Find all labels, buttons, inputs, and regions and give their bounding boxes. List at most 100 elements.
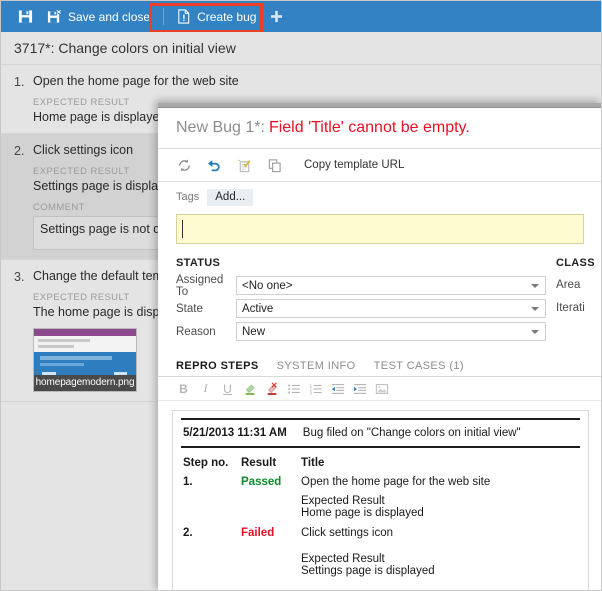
- iteration-label: Iterati: [556, 302, 585, 314]
- repro-expected-value: Home page is displayed: [301, 507, 424, 519]
- create-bug-icon: [177, 9, 191, 24]
- table-row: 1. Passed Open the home page for the web…: [183, 476, 516, 527]
- plus-icon: [270, 10, 283, 23]
- page-title: 3717*: Change colors on initial view: [1, 32, 601, 65]
- text-caret: [182, 220, 183, 238]
- repro-steps-editor[interactable]: 5/21/2013 11:31 AM Bug filed on "Change …: [172, 410, 589, 590]
- classification-heading: CLASS: [556, 257, 595, 269]
- repro-step-result: Failed: [241, 527, 275, 539]
- dialog-title: New Bug 1*:: [176, 119, 265, 136]
- new-bug-dialog: New Bug 1*: Field 'Title' cannot be empt…: [158, 103, 601, 590]
- dialog-error-message: Field 'Title' cannot be empty.: [268, 119, 470, 136]
- dialog-title-bar: New Bug 1*: Field 'Title' cannot be empt…: [158, 108, 601, 149]
- repro-expected-value: Settings page is displayed: [301, 565, 435, 577]
- save-icon: [18, 9, 33, 24]
- top-toolbar: Save and close Create bug: [1, 1, 601, 32]
- save-and-close-button[interactable]: Save and close: [40, 1, 157, 32]
- save-and-close-label: Save and close: [68, 9, 151, 24]
- dialog-toolbar: Copy template URL: [158, 149, 601, 182]
- state-row: State Active: [176, 299, 547, 318]
- assigned-to-label: Assigned To: [176, 273, 224, 298]
- repro-expected-label: Expected Result: [301, 495, 385, 507]
- test-step-number: 1.: [14, 75, 25, 89]
- state-label: State: [176, 302, 203, 315]
- add-button[interactable]: [263, 1, 290, 32]
- chevron-down-icon: [531, 284, 540, 288]
- reason-row: Reason New: [176, 322, 547, 341]
- column-header-step-no: Step no.: [183, 457, 229, 469]
- outdent-icon[interactable]: [328, 379, 347, 398]
- test-step-number: 2.: [14, 144, 25, 158]
- state-value: Active: [242, 302, 274, 315]
- italic-icon[interactable]: I: [196, 379, 215, 398]
- copy-template-url-link[interactable]: Copy template URL: [304, 159, 404, 171]
- save-button[interactable]: [11, 1, 40, 32]
- reason-select[interactable]: New: [236, 322, 547, 341]
- test-step-number: 3.: [14, 270, 25, 284]
- tab-repro-steps[interactable]: REPRO STEPS: [176, 360, 259, 376]
- tags-row: Tags Add...: [158, 182, 601, 212]
- bulleted-list-icon[interactable]: [284, 379, 303, 398]
- bug-filed-line: 5/21/2013 11:31 AM Bug filed on "Change …: [173, 420, 588, 446]
- indent-icon[interactable]: [350, 379, 369, 398]
- bug-filed-date: 5/21/2013 11:31 AM: [183, 427, 287, 439]
- repro-expected-label: Expected Result: [301, 553, 385, 565]
- column-header-result: Result: [241, 457, 277, 469]
- table-header-row: Step no. Result Title: [183, 457, 516, 476]
- undo-icon: [206, 158, 222, 173]
- assigned-to-row: Assigned To <No one>: [176, 273, 547, 298]
- repro-step-title: Open the home page for the web site: [301, 476, 491, 488]
- repro-step-result: Passed: [241, 476, 282, 488]
- attachment-filename: homepagemodern.png: [34, 375, 136, 391]
- reason-label: Reason: [176, 325, 216, 338]
- bug-title-input[interactable]: [176, 214, 584, 244]
- create-bug-label: Create bug: [197, 9, 257, 24]
- toolbar-divider: [163, 8, 165, 25]
- tags-label: Tags: [176, 191, 200, 203]
- reason-value: New: [242, 325, 266, 338]
- chevron-down-icon: [531, 330, 540, 334]
- add-tag-button[interactable]: Add...: [207, 188, 254, 206]
- insert-image-icon[interactable]: [372, 379, 391, 398]
- thumbnail-subheader: [34, 336, 136, 352]
- create-bug-button[interactable]: Create bug: [170, 1, 263, 32]
- undo-button[interactable]: [200, 152, 228, 178]
- svg-text:3: 3: [309, 390, 312, 395]
- area-label: Area: [556, 279, 581, 291]
- thumbnail-header-band: [34, 329, 136, 336]
- state-select[interactable]: Active: [236, 299, 547, 318]
- repro-step-number: 1.: [183, 476, 193, 488]
- chevron-down-icon: [531, 307, 540, 311]
- attachment-thumbnail[interactable]: homepagemodern.png: [33, 328, 137, 392]
- copy-button[interactable]: [260, 152, 288, 178]
- table-row: 2. Failed Click settings icon Expected R…: [183, 527, 516, 590]
- dialog-tabs: REPRO STEPS SYSTEM INFO TEST CASES (1): [158, 355, 601, 377]
- tab-test-cases[interactable]: TEST CASES (1): [374, 360, 464, 376]
- status-heading: STATUS: [176, 257, 221, 269]
- classification-group: CLASS Area Iterati: [546, 257, 601, 345]
- save-and-close-icon: [47, 9, 62, 24]
- underline-icon[interactable]: U: [218, 379, 237, 398]
- bold-icon[interactable]: B: [174, 379, 193, 398]
- assigned-to-select[interactable]: <No one>: [236, 276, 547, 295]
- repro-step-details: Click settings icon Expected Result Sett…: [301, 527, 516, 590]
- revert-template-button[interactable]: [230, 152, 258, 178]
- repro-step-number: 2.: [183, 527, 193, 539]
- fields-section: STATUS Assigned To <No one> State Active: [158, 257, 601, 345]
- refresh-button[interactable]: [170, 152, 198, 178]
- divider: [181, 446, 580, 448]
- repro-step-details: Open the home page for the web site Expe…: [301, 476, 516, 527]
- refresh-icon: [177, 158, 192, 173]
- highlight-add-icon[interactable]: [240, 379, 259, 398]
- highlight-remove-icon[interactable]: [262, 379, 281, 398]
- assigned-to-value: <No one>: [242, 279, 293, 292]
- repro-step-title: Click settings icon: [301, 527, 394, 539]
- repro-steps-table: Step no. Result Title 1. Passed Open the…: [183, 457, 516, 590]
- app-window: Save and close Create bug 3717*: Change …: [0, 0, 602, 591]
- revert-template-icon: [237, 158, 252, 173]
- numbered-list-icon[interactable]: 1 2 3: [306, 379, 325, 398]
- tab-system-info[interactable]: SYSTEM INFO: [277, 360, 356, 376]
- status-group: STATUS Assigned To <No one> State Active: [176, 257, 547, 345]
- test-step-action: Open the home page for the web site: [33, 74, 239, 88]
- rich-text-toolbar: B I U 1 2 3: [158, 377, 601, 401]
